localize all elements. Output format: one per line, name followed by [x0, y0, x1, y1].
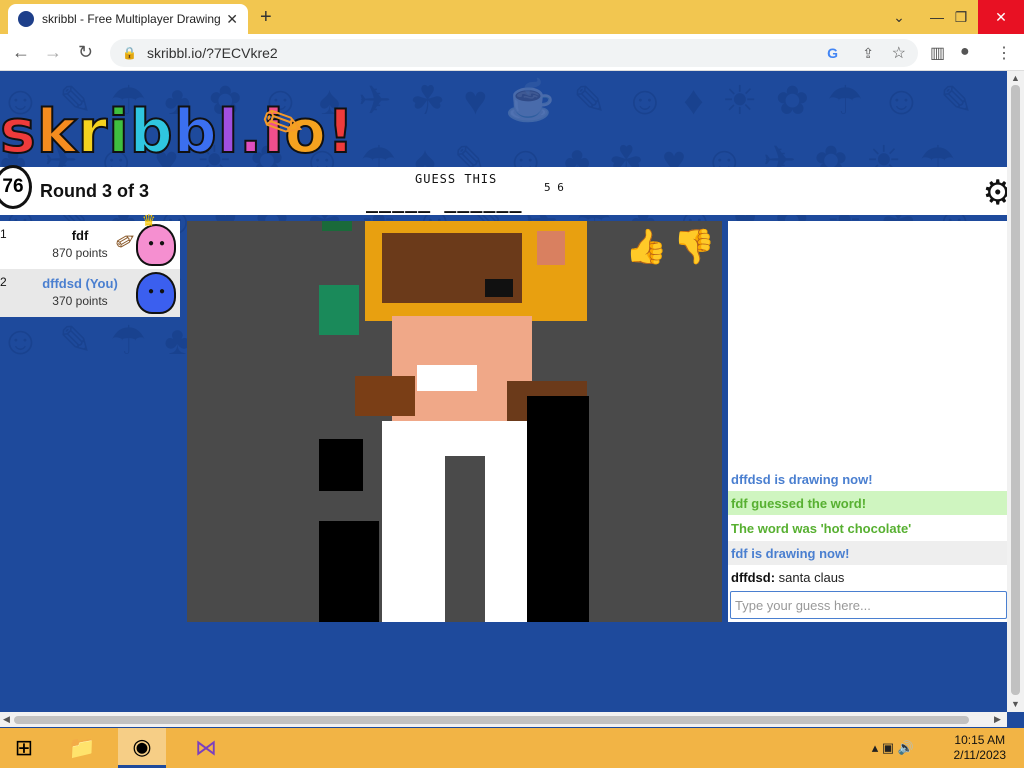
address-bar[interactable]: 🔒 skribbl.io/?7ECVkre2 G ⇪ ☆	[110, 39, 918, 67]
drawing-stroke	[319, 285, 359, 335]
bookmark-star-icon[interactable]: ☆	[892, 43, 906, 63]
drawing-stroke	[319, 521, 379, 622]
drawing-stroke	[485, 279, 513, 297]
avatar-eyes: ●●	[148, 286, 171, 297]
tab-search-chevron-icon[interactable]: ⌄	[882, 0, 916, 34]
guess-input[interactable]	[730, 591, 1007, 619]
word-hint: _____ ______	[366, 189, 523, 213]
vertical-scroll-thumb[interactable]	[1011, 85, 1020, 695]
game-header: 76 Round 3 of 3 GUESS THIS _____ ______ …	[0, 165, 1007, 215]
windows-start-icon[interactable]: ⊞	[0, 728, 48, 768]
lock-icon[interactable]: 🔒	[122, 46, 137, 60]
new-tab-button[interactable]: +	[260, 6, 272, 29]
tab-close-icon[interactable]: ✕	[226, 11, 238, 28]
reload-icon[interactable]: ↻	[78, 42, 93, 63]
scroll-left-arrow-icon[interactable]: ◀	[3, 714, 10, 725]
taskbar-date: 2/11/2023	[953, 748, 1007, 762]
round-timer: 76	[2, 176, 24, 197]
google-translate-icon[interactable]: G	[827, 45, 838, 61]
scroll-down-arrow-icon[interactable]: ▼	[1011, 699, 1020, 709]
close-window-button[interactable]: ✕	[978, 0, 1024, 34]
taskbar-time: 10:15 AM	[954, 733, 1006, 747]
chat-author: dffdsd:	[731, 570, 776, 585]
skribbl-favicon-icon	[18, 11, 34, 27]
profile-avatar-icon[interactable]: ●	[960, 43, 970, 61]
round-indicator: Round 3 of 3	[40, 181, 149, 201]
tab-title: skribbl - Free Multiplayer Drawing	[42, 12, 221, 26]
drawing-stroke	[322, 221, 352, 231]
chat-message: dffdsd: santa claus	[728, 565, 1007, 589]
side-panel-icon[interactable]: ▥	[930, 43, 945, 63]
player-avatar: ●●	[136, 272, 176, 314]
thumbs-up-icon[interactable]: 👍	[625, 227, 667, 267]
settings-gear-icon[interactable]: ⚙	[983, 173, 1007, 213]
alarm-clock-icon: 76	[0, 165, 32, 209]
guess-this-label: GUESS THIS	[415, 172, 498, 186]
skribbl-page: ☺✎☂♣✿☺♠✈☘♥☕✎☺♦☀✿☂☺✎♣✈☺♥☀✿☺☂♠✎☺♣☘♥☺✈✿☀☂☺✎…	[0, 71, 1007, 712]
url-text[interactable]: skribbl.io/?7ECVkre2	[147, 45, 278, 61]
horizontal-scrollbar[interactable]: ◀ ▶	[0, 712, 1007, 727]
system-tray-icons[interactable]: ▴ ▣ 🔊	[872, 740, 914, 756]
visual-studio-icon[interactable]: ⋈	[182, 728, 230, 768]
chat-message: fdf guessed the word!	[728, 491, 1007, 515]
chat-body: santa claus	[778, 570, 845, 585]
chat-panel: dffdsd is drawing now! fdf guessed the w…	[728, 221, 1007, 622]
chrome-taskbar-icon[interactable]: ◉	[118, 728, 166, 768]
scroll-up-arrow-icon[interactable]: ▲	[1011, 73, 1020, 83]
drawing-stroke	[319, 439, 363, 491]
drawing-stroke	[445, 456, 485, 622]
restore-window-icon[interactable]: ❐	[944, 0, 978, 34]
word-lengths: 5 6	[544, 181, 564, 194]
scroll-right-arrow-icon[interactable]: ▶	[994, 714, 1001, 725]
file-explorer-icon[interactable]: 📁	[58, 728, 106, 768]
drawing-stroke	[417, 365, 477, 391]
vertical-scrollbar[interactable]: ▲ ▼	[1007, 71, 1024, 712]
player-list: 1 fdf 870 points ✏ ●● ♛ 2 dffdsd (You) 3…	[0, 213, 180, 317]
drawing-canvas[interactable]: 👍 👎	[187, 221, 722, 622]
horizontal-scroll-thumb[interactable]	[14, 716, 969, 724]
player-row[interactable]: 1 fdf 870 points ✏ ●● ♛	[0, 213, 180, 269]
drawing-stroke	[355, 376, 415, 416]
thumbs-down-icon[interactable]: 👎	[673, 227, 715, 267]
avatar-eyes: ●●	[148, 238, 171, 249]
drawing-stroke	[537, 231, 565, 265]
crown-icon: ♛	[141, 213, 156, 230]
browser-toolbar: ← → ↻ 🔒 skribbl.io/?7ECVkre2 G ⇪ ☆ ▥ ● ⋮	[0, 34, 1024, 71]
chat-message: The word was 'hot chocolate'	[731, 521, 912, 536]
taskbar-clock[interactable]: 10:15 AM 2/11/2023	[954, 733, 1007, 763]
drawing-stroke	[527, 396, 589, 622]
browser-tab-strip: skribbl - Free Multiplayer Drawing ✕ + ⌄…	[0, 0, 1024, 34]
back-arrow-icon[interactable]: ←	[12, 42, 30, 63]
browser-tab[interactable]: skribbl - Free Multiplayer Drawing ✕	[8, 4, 248, 34]
chat-message: fdf is drawing now!	[728, 541, 1007, 565]
forward-arrow-icon[interactable]: →	[44, 42, 62, 63]
menu-kebab-icon[interactable]: ⋮	[996, 43, 1012, 63]
share-icon[interactable]: ⇪	[862, 45, 874, 62]
player-row[interactable]: 2 dffdsd (You) 370 points ●●	[0, 269, 180, 317]
windows-taskbar: ⊞ 📁 ◉ ⋈ ▴ ▣ 🔊 10:15 AM 2/11/2023	[0, 728, 1024, 768]
chat-message: dffdsd is drawing now!	[731, 472, 873, 487]
